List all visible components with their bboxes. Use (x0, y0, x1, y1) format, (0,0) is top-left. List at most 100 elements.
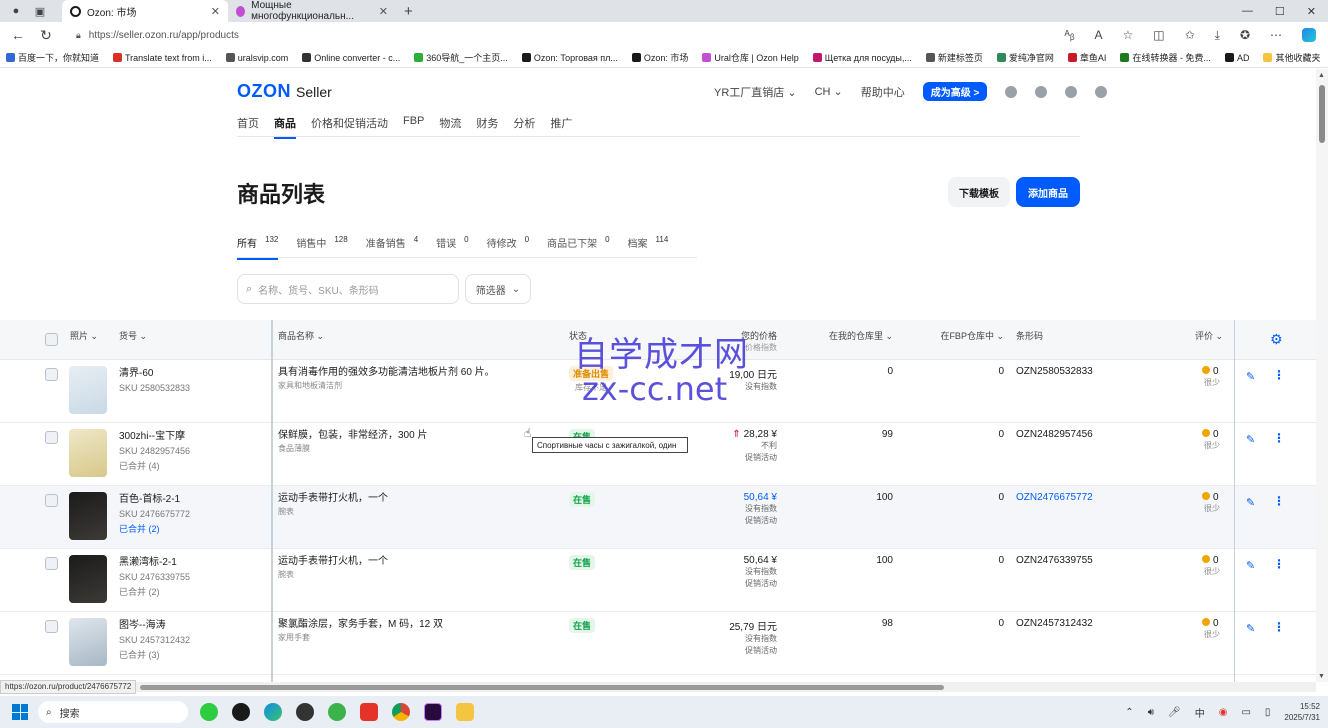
green-app-icon[interactable] (328, 703, 346, 721)
bookmark-item[interactable]: Щетка для посуды,... (812, 53, 912, 63)
maximize-button[interactable]: ☐ (1275, 5, 1285, 18)
select-all-checkbox[interactable] (45, 333, 58, 346)
minimize-button[interactable]: — (1242, 5, 1253, 18)
refresh-icon[interactable]: ↻ (36, 27, 56, 44)
product-name-link[interactable]: 聚氯酯涂层，家务手套，M 码，12 双 (278, 618, 443, 631)
downloads-icon[interactable]: ⤓ (1215, 28, 1220, 43)
workspaces-icon[interactable]: ▣ (32, 3, 48, 19)
browser-tab-active[interactable]: Ozon: 市场 ✕ (62, 0, 228, 22)
merged-label[interactable]: 已合并 (4) (119, 459, 190, 474)
edit-pencil-icon[interactable]: ✎ (1246, 559, 1255, 572)
table-row[interactable]: 百色-首标-2-1 SKU 2476675772 已合并 (2) 运动手表带打火机，一… (0, 486, 1316, 549)
col-rating[interactable]: 评价 ⌄ (1195, 329, 1223, 342)
more-actions-icon[interactable]: ⋮ (1273, 494, 1285, 508)
premiere-app-icon[interactable] (424, 703, 442, 721)
read-aloud-icon[interactable]: A (1094, 28, 1102, 42)
taskbar-search[interactable]: ⌕ 搜索 (38, 701, 188, 723)
ozon-seller-logo[interactable]: OZON Seller (237, 81, 332, 102)
bookmark-item[interactable]: 新建标签页 (925, 51, 983, 64)
price-cell[interactable]: 25,79 日元 没有指数 促销活动 (729, 618, 777, 657)
bookmark-item[interactable]: 在线转换器 - 免费... (1120, 51, 1211, 64)
more-actions-icon[interactable]: ⋮ (1273, 620, 1285, 634)
barcode-value[interactable]: OZN2580532833 (1016, 366, 1093, 377)
search-input[interactable]: ⌕ 名称、货号、SKU、条形码 (237, 274, 459, 304)
col-photo[interactable]: 照片 ⌄ (70, 329, 98, 342)
scroll-down-icon[interactable]: ▼ (1318, 673, 1325, 680)
col-fbp-stock[interactable]: 在FBP仓库中 ⌄ (940, 329, 1004, 342)
start-button[interactable] (12, 704, 28, 720)
support-icon[interactable] (1035, 85, 1048, 98)
more-actions-icon[interactable]: ⋮ (1273, 431, 1285, 445)
back-icon[interactable]: ← (8, 27, 28, 43)
horizontal-scroll-thumb[interactable] (140, 685, 944, 690)
article-label[interactable]: 清界-60 (119, 366, 190, 381)
language-selector[interactable]: CH (815, 85, 843, 98)
col-article[interactable]: 货号 ⌄ (119, 329, 147, 342)
price-cell[interactable]: 50,64 ¥ 没有指数 促销活动 (744, 555, 777, 590)
upgrade-button[interactable]: 成为高级 > (922, 82, 988, 101)
tray-chevron-up-icon[interactable]: ⌃ (1125, 707, 1133, 718)
product-photo[interactable] (69, 618, 107, 666)
product-name-link[interactable]: 具有消毒作用的强效多功能清洁地板片剂 60 片。 (278, 366, 495, 379)
price-cell[interactable]: 50,64 ¥ 没有指数 促销活动 (744, 492, 777, 527)
row-checkbox[interactable] (45, 557, 58, 570)
row-checkbox[interactable] (45, 620, 58, 633)
scroll-up-icon[interactable]: ▲ (1318, 72, 1325, 79)
edit-pencil-icon[interactable]: ✎ (1246, 433, 1255, 446)
davinci-app-icon[interactable] (296, 703, 314, 721)
profile-icon[interactable]: ● (8, 3, 24, 19)
chat-icon[interactable] (1005, 85, 1018, 98)
bookmark-item[interactable]: AD (1224, 53, 1249, 63)
table-row[interactable]: 300zhi--宝下摩 SKU 2482957456 已合并 (4) 保鲜膜，包装，非… (0, 423, 1316, 486)
filter-button[interactable]: 筛选器 ⌄ (465, 274, 531, 304)
edit-pencil-icon[interactable]: ✎ (1246, 370, 1255, 383)
product-photo[interactable] (69, 366, 107, 414)
table-settings-gear-icon[interactable]: ⚙ (1270, 331, 1283, 348)
table-row[interactable]: 图岑--海涛 SKU 2457312432 已合并 (3) 聚氯酯涂层，家务手套，M … (0, 612, 1316, 675)
wechat-app-icon[interactable] (200, 703, 218, 721)
row-checkbox[interactable] (45, 494, 58, 507)
bookmark-item[interactable]: 爱纯净官网 (996, 51, 1054, 64)
add-product-button[interactable]: 添加商品 (1016, 177, 1080, 207)
favorites-icon[interactable]: ✩ (1185, 28, 1195, 42)
battery-icon[interactable]: ▯ (1265, 707, 1271, 718)
bookmark-item[interactable]: Ozon: Торговая пл... (521, 53, 618, 63)
browser-tab-inactive[interactable]: Мощные многофункциональн... ✕ (228, 0, 396, 22)
barcode-value[interactable]: OZN2482957456 (1016, 429, 1093, 440)
notifications-icon[interactable] (1065, 85, 1078, 98)
merged-label[interactable]: 已合并 (3) (119, 648, 190, 663)
qq-app-icon[interactable] (232, 703, 250, 721)
row-checkbox[interactable] (45, 431, 58, 444)
article-label[interactable]: 300zhi--宝下摩 (119, 429, 190, 444)
download-template-button[interactable]: 下载模板 (948, 177, 1010, 207)
chrome-app-icon[interactable] (392, 703, 410, 721)
edge-app-icon[interactable] (264, 703, 282, 721)
bookmark-item[interactable]: Online converter - c... (302, 53, 400, 63)
row-checkbox[interactable] (45, 368, 58, 381)
merged-label[interactable]: 已合并 (2) (119, 585, 190, 600)
microphone-icon[interactable]: 🎤︎ (1168, 707, 1181, 718)
product-name-link[interactable]: 运动手表带打火机，一个 (278, 492, 388, 505)
copilot-icon[interactable] (1302, 28, 1316, 42)
new-tab-button[interactable]: + (404, 3, 413, 20)
barcode-value[interactable]: OZN2457312432 (1016, 618, 1093, 629)
col-name[interactable]: 商品名称 ⌄ (278, 329, 324, 342)
help-center-link[interactable]: 帮助中心 (861, 84, 905, 100)
tab-close-icon[interactable]: ✕ (379, 5, 388, 18)
barcode-value[interactable]: OZN2476339755 (1016, 555, 1093, 566)
product-photo[interactable] (69, 492, 107, 540)
price-cell[interactable]: ⇑ 28,28 ¥ 不利 促销活动 (732, 429, 777, 464)
bookmark-item[interactable]: uralsvip.com (225, 53, 288, 63)
bookmark-item[interactable]: Ozon: 市场 (631, 51, 688, 64)
translate-icon[interactable]: ᴬᵦ (1064, 28, 1074, 42)
product-photo[interactable] (69, 429, 107, 477)
other-favorites-folder[interactable]: 其他收藏夹 (1263, 51, 1320, 64)
edit-pencil-icon[interactable]: ✎ (1246, 622, 1255, 635)
ime-indicator[interactable]: 中 (1195, 705, 1205, 720)
article-label[interactable]: 黑濑湾标-2-1 (119, 555, 190, 570)
account-icon[interactable] (1095, 85, 1108, 98)
more-actions-icon[interactable]: ⋮ (1273, 557, 1285, 571)
tray-app-icon[interactable]: ◉ (1219, 707, 1228, 718)
url-field[interactable]: 🔒︎ https://seller.ozon.ru/app/products (76, 30, 239, 41)
close-window-button[interactable]: ✕ (1307, 5, 1316, 18)
